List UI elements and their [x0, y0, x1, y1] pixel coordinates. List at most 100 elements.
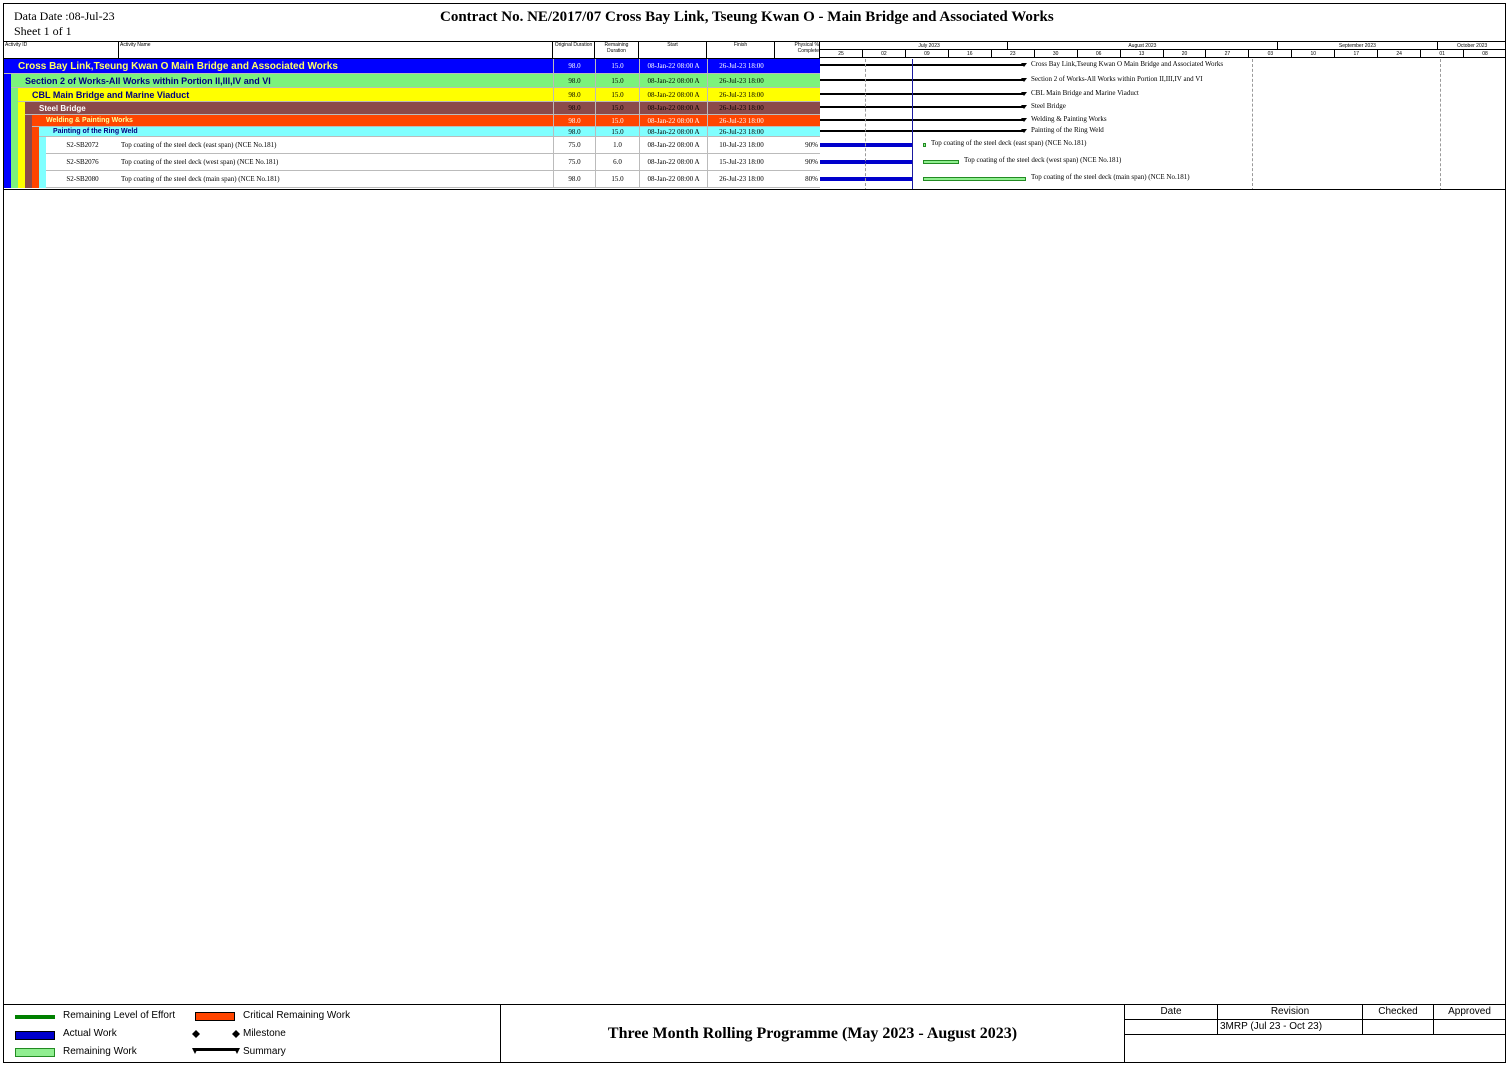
legend-actual-work-swatch	[15, 1031, 55, 1040]
activity-name: Top coating of the steel deck (main span…	[121, 175, 280, 183]
bar-label: Welding & Painting Works	[1031, 115, 1107, 123]
remaining-duration: 15.0	[595, 171, 639, 188]
hierarchy-band	[18, 137, 25, 154]
bar-label: Cross Bay Link,Tseung Kwan O Main Bridge…	[1031, 60, 1224, 68]
remaining-work-bar[interactable]	[923, 177, 1026, 181]
gantt-bar-area: Cross Bay Link,Tseung Kwan O Main Bridge…	[820, 42, 1505, 189]
original-duration: 98.0	[553, 74, 595, 88]
hierarchy-band	[11, 88, 18, 102]
finish-date: 26-Jul-23 18:00	[707, 102, 775, 115]
hierarchy-band	[25, 171, 32, 188]
activity-id: S2-SB2072	[66, 141, 99, 149]
table-row[interactable]: CBL Main Bridge and Marine Viaduct 98.0 15…	[4, 88, 820, 102]
col-header-physical-complete[interactable]: Physical % Complete	[775, 42, 820, 59]
original-duration: 98.0	[553, 88, 595, 102]
sheet-number: Sheet 1 of 1	[14, 24, 72, 38]
remaining-work-bar[interactable]	[923, 160, 959, 164]
col-header-finish[interactable]: Finish	[707, 42, 775, 59]
activity-name: Top coating of the steel deck (west span…	[121, 158, 279, 166]
table-row[interactable]: Steel Bridge 98.0 15.0 08-Jan-22 08:00 A 26-…	[4, 102, 820, 115]
rev-header-date: Date	[1125, 1005, 1218, 1020]
col-header-start[interactable]: Start	[639, 42, 707, 59]
actual-work-bar[interactable]	[820, 160, 912, 164]
legend-summary-label: Summary	[243, 1046, 286, 1057]
bar-label: Top coating of the steel deck (west span…	[964, 156, 1122, 164]
col-header-original-duration[interactable]: Original Duration	[553, 42, 595, 59]
footer: Remaining Level of Effort Actual Work Re…	[3, 1004, 1506, 1063]
start-date: 08-Jan-22 08:00 A	[639, 102, 707, 115]
wbs-name: Painting of the Ring Weld	[53, 128, 138, 135]
hierarchy-band	[39, 154, 46, 171]
wbs-name: CBL Main Bridge and Marine Viaduct	[32, 90, 190, 100]
hierarchy-band	[25, 137, 32, 154]
rev-value-revision: 3MRP (Jul 23 - Oct 23)	[1218, 1020, 1363, 1035]
hierarchy-band	[39, 171, 46, 188]
hierarchy-band	[11, 115, 18, 127]
remaining-duration: 15.0	[595, 88, 639, 102]
activity-id: S2-SB2080	[66, 175, 99, 183]
table-row[interactable]: S2-SB2076 Top coating of the steel deck (…	[4, 154, 820, 171]
legend-critical-remaining-label: Critical Remaining Work	[243, 1010, 351, 1021]
activity-id: S2-SB2076	[66, 158, 99, 166]
table-row[interactable]: Cross Bay Link,Tseung Kwan O Main Bridge…	[4, 59, 820, 74]
remaining-duration: 1.0	[595, 137, 639, 154]
table-row[interactable]: S2-SB2072 Top coating of the steel deck (…	[4, 137, 820, 154]
summary-bar[interactable]	[820, 118, 1027, 122]
gantt-grid: Activity ID Activity Name Original Durat…	[3, 41, 1506, 190]
table-row[interactable]: S2-SB2080 Top coating of the steel deck (…	[4, 171, 820, 188]
hierarchy-band	[32, 127, 39, 137]
remaining-duration: 15.0	[595, 115, 639, 127]
month-divider	[1440, 59, 1441, 189]
rev-header-revision: Revision	[1218, 1005, 1363, 1020]
col-header-activity-id[interactable]: Activity ID	[4, 42, 119, 59]
original-duration: 75.0	[553, 137, 595, 154]
legend-remaining-work-swatch	[15, 1048, 55, 1057]
wbs-name: Steel Bridge	[39, 104, 86, 113]
col-header-activity-name[interactable]: Activity Name	[119, 42, 553, 59]
data-date: Data Date :08-Jul-23	[14, 9, 115, 23]
hierarchy-band	[11, 127, 18, 137]
rev-value-checked	[1363, 1020, 1434, 1035]
col-header-remaining-duration[interactable]: Remaining Duration	[595, 42, 639, 59]
finish-date: 15-Jul-23 18:00	[707, 154, 775, 171]
hierarchy-band	[32, 154, 39, 171]
hierarchy-band	[11, 171, 18, 188]
summary-bar[interactable]	[820, 92, 1027, 96]
data-date-line	[912, 59, 913, 189]
legend-level-of-effort-label: Remaining Level of Effort	[63, 1010, 176, 1021]
table-row[interactable]: Section 2 of Works-All Works within Port…	[4, 74, 820, 88]
summary-bar[interactable]	[820, 129, 1027, 133]
programme-title: Three Month Rolling Programme (May 2023 …	[501, 1005, 1125, 1062]
bar-label: Steel Bridge	[1031, 102, 1066, 110]
summary-bar[interactable]	[820, 63, 1027, 67]
remaining-duration: 15.0	[595, 59, 639, 74]
actual-work-bar[interactable]	[820, 177, 912, 181]
wbs-name: Welding & Painting Works	[46, 117, 133, 124]
hierarchy-band	[11, 102, 18, 115]
physical-percent: 80%	[805, 175, 818, 183]
legend: Remaining Level of Effort Actual Work Re…	[4, 1005, 501, 1062]
table-row[interactable]: Painting of the Ring Weld 98.0 15.0 08-Jan-…	[4, 127, 820, 137]
original-duration: 75.0	[553, 154, 595, 171]
start-date: 08-Jan-22 08:00 A	[639, 127, 707, 137]
remaining-work-bar[interactable]	[923, 143, 926, 147]
legend-actual-work-label: Actual Work	[63, 1028, 117, 1039]
start-date: 08-Jan-22 08:00 A	[639, 59, 707, 74]
summary-bar[interactable]	[820, 105, 1027, 109]
bar-label: Section 2 of Works-All Works within Port…	[1031, 75, 1203, 83]
remaining-duration: 15.0	[595, 74, 639, 88]
activity-name: Top coating of the steel deck (east span…	[121, 141, 277, 149]
finish-date: 26-Jul-23 18:00	[707, 88, 775, 102]
wbs-name: Cross Bay Link,Tseung Kwan O Main Bridge…	[18, 61, 338, 72]
summary-bar[interactable]	[820, 78, 1027, 82]
hierarchy-band	[4, 74, 11, 88]
hierarchy-band	[11, 154, 18, 171]
finish-date: 26-Jul-23 18:00	[707, 74, 775, 88]
hierarchy-band	[4, 154, 11, 171]
bar-label: CBL Main Bridge and Marine Viaduct	[1031, 89, 1139, 97]
actual-work-bar[interactable]	[820, 143, 912, 147]
start-date: 08-Jan-22 08:00 A	[639, 171, 707, 188]
finish-date: 26-Jul-23 18:00	[707, 127, 775, 137]
legend-remaining-work-label: Remaining Work	[63, 1046, 137, 1057]
table-row[interactable]: Welding & Painting Works 98.0 15.0 08-Jan-2…	[4, 115, 820, 127]
